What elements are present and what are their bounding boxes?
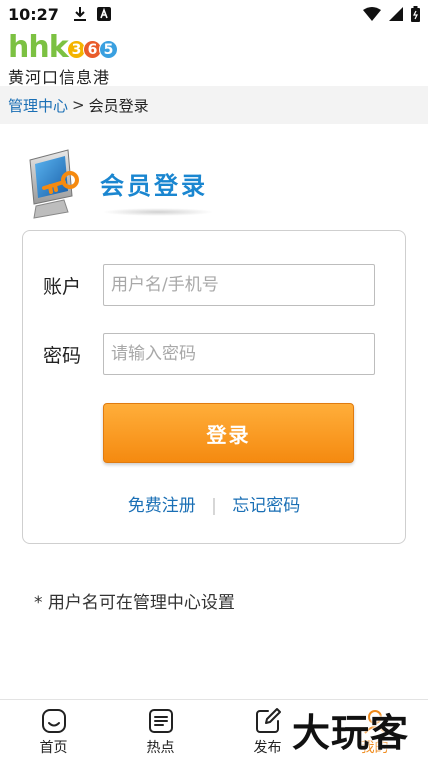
breadcrumb-current: 会员登录 [88,96,149,115]
account-label: 账户 [43,276,82,298]
username-note: * 用户名可在管理中心设置 [34,593,235,613]
a-icon [96,7,111,21]
password-row: 密码 [23,333,405,375]
logo-subtitle: 黄河口信息港 [8,68,111,87]
login-button[interactable]: 登录 [103,403,354,463]
breadcrumb: 管理中心 > 会员登录 [0,86,428,124]
news-icon [148,709,173,733]
status-bar: 10:27 [0,0,428,28]
link-divider: | [211,496,217,516]
wifi-icon [363,7,381,21]
logo-letters: hhk [8,30,69,65]
title-shadow [102,208,214,216]
auth-links: 免费注册 | 忘记密码 [23,491,405,516]
password-input[interactable] [103,333,375,375]
logo-digit: 5 [99,40,118,59]
account-input[interactable] [103,264,375,306]
title-area: 会员登录 [24,146,404,222]
site-header: hhk 3 6 5 黄河口信息港 [0,28,428,87]
monitor-key-icon [29,149,79,219]
status-time: 10:27 [8,4,59,24]
download-icon [73,7,86,21]
account-row: 账户 [23,264,405,306]
site-logo[interactable]: hhk 3 6 5 黄河口信息港 [8,30,128,87]
nav-item-home[interactable]: 首页 [0,700,107,762]
nav-item-hot[interactable]: 热点 [107,700,214,762]
nav-label-home: 首页 [39,740,68,756]
logo-digits: 3 6 5 [67,40,118,59]
breadcrumb-link-admin[interactable]: 管理中心 [8,95,68,116]
nav-label-hot: 热点 [146,740,175,756]
page-title: 会员登录 [100,172,208,200]
battery-icon [411,6,420,22]
home-icon [41,709,66,733]
login-form: 账户 密码 登录 免费注册 | 忘记密码 [22,230,406,544]
nav-label-publish: 发布 [253,740,282,756]
register-link[interactable]: 免费注册 [128,496,196,516]
breadcrumb-separator: > [72,96,85,114]
forgot-password-link[interactable]: 忘记密码 [232,496,300,516]
password-label: 密码 [43,345,82,367]
edit-icon [255,708,281,733]
signal-icon [389,7,403,21]
watermark: 大玩客 [292,711,410,755]
